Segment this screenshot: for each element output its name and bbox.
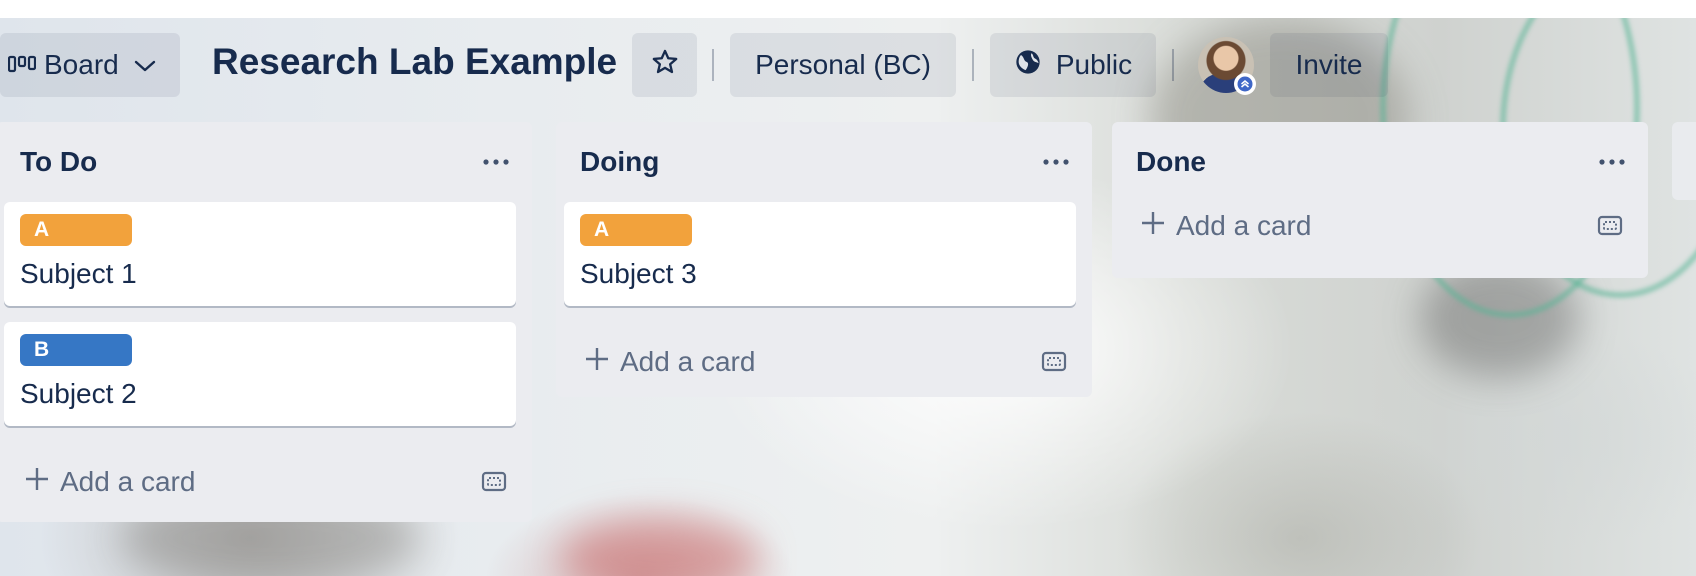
add-card-row: Add a card [1112, 186, 1648, 266]
add-card-row: Add a card [0, 442, 532, 522]
add-card-label: Add a card [620, 346, 756, 377]
card-template-icon[interactable] [1034, 342, 1074, 382]
member-avatar[interactable] [1198, 37, 1256, 95]
header-divider [972, 49, 974, 81]
plus-icon [24, 466, 50, 499]
more-options-icon[interactable] [1592, 142, 1632, 182]
view-switcher-button[interactable]: Board [0, 33, 180, 97]
add-card-label: Add a card [1176, 210, 1312, 241]
invite-button[interactable]: Invite [1270, 33, 1388, 97]
add-card-label: Add a card [60, 466, 196, 497]
header-divider [1172, 49, 1174, 81]
more-options-icon[interactable] [476, 142, 516, 182]
add-card-button[interactable]: Add a card [24, 466, 195, 499]
visibility-button[interactable]: Public [990, 33, 1156, 97]
plus-icon [584, 346, 610, 379]
globe-icon [1014, 48, 1042, 83]
list-doing: Doing A Subject 3 Add a card [556, 122, 1092, 397]
add-card-button[interactable]: Add a card [1140, 210, 1311, 243]
more-options-icon[interactable] [1036, 142, 1076, 182]
card-title: Subject 2 [20, 378, 137, 409]
star-board-button[interactable] [632, 33, 697, 97]
visibility-label: Public [1055, 49, 1133, 80]
plus-icon [1140, 210, 1166, 243]
card[interactable]: B Subject 2 [4, 322, 516, 426]
card-template-icon[interactable] [1590, 206, 1630, 246]
list-done: Done Add a card [1112, 122, 1648, 278]
board-header: Board Research Lab Example Personal (BC)… [0, 33, 1696, 97]
chevron-down-icon [133, 49, 157, 81]
card[interactable]: A Subject 1 [4, 202, 516, 306]
add-card-row: Add a card [556, 322, 1092, 402]
list-header: Doing [556, 122, 1092, 202]
admin-chevron-icon [1234, 73, 1256, 95]
list-title[interactable]: Done [1136, 146, 1206, 178]
view-switcher-label: Board [44, 49, 119, 80]
board-title[interactable]: Research Lab Example [212, 41, 617, 83]
list-to-do: To Do A Subject 1 B Subject 2 Add a card [0, 122, 532, 522]
card-label[interactable]: B [20, 334, 132, 366]
card-title: Subject 1 [20, 258, 137, 289]
workspace-button[interactable]: Personal (BC) [730, 33, 956, 97]
card-label[interactable]: A [580, 214, 692, 246]
star-icon [651, 48, 679, 83]
add-list-button[interactable] [1672, 122, 1696, 200]
board-view-icon [7, 49, 37, 81]
card-title: Subject 3 [580, 258, 697, 289]
card-label[interactable]: A [20, 214, 132, 246]
card[interactable]: A Subject 3 [564, 202, 1076, 306]
list-title[interactable]: Doing [580, 146, 659, 178]
list-header: To Do [0, 122, 532, 202]
card-template-icon[interactable] [474, 462, 514, 502]
list-title[interactable]: To Do [20, 146, 97, 178]
header-divider [712, 49, 714, 81]
add-card-button[interactable]: Add a card [584, 346, 755, 379]
